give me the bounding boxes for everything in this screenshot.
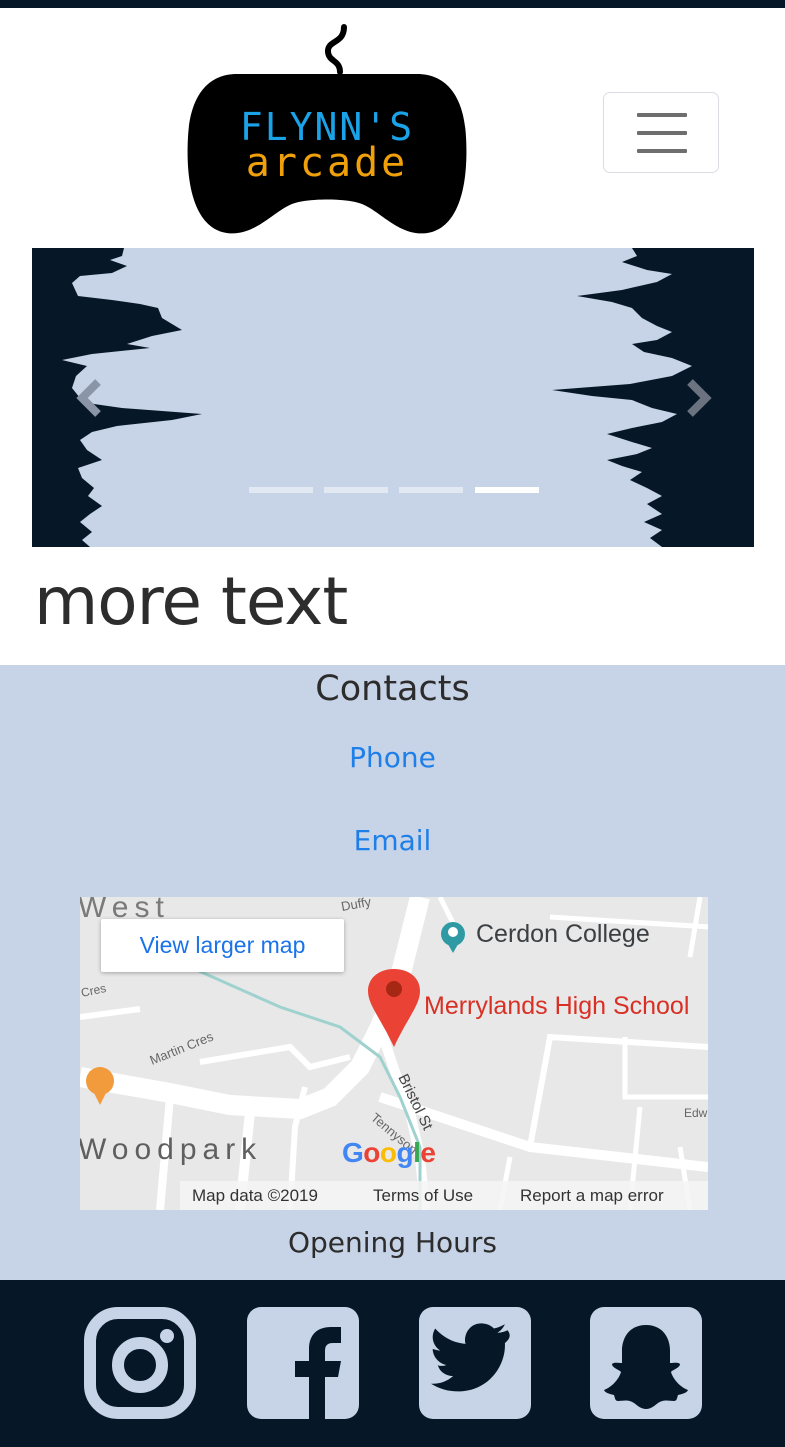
menu-toggle-button[interactable] <box>603 92 719 173</box>
facebook-icon[interactable] <box>247 1307 359 1419</box>
carousel-slide-image <box>32 248 754 547</box>
flynns-arcade-logo[interactable]: FLYNN'S arcade <box>182 22 472 242</box>
hamburger-icon-line <box>637 131 687 135</box>
chevron-left-icon <box>76 379 101 417</box>
carousel-indicator-2[interactable] <box>324 487 388 493</box>
carousel-indicator-1[interactable] <box>249 487 313 493</box>
map-suburb-woodpark: Woodpark <box>80 1133 263 1166</box>
carousel-indicator-3[interactable] <box>399 487 463 493</box>
phone-link[interactable]: Phone <box>0 741 785 774</box>
snapchat-icon[interactable] <box>590 1307 702 1419</box>
embedded-map[interactable]: Martin Cres Bristol St Tennyson Duffy Cr… <box>80 897 708 1210</box>
carousel-indicator-4[interactable] <box>475 487 539 493</box>
map-terms-link[interactable]: Terms of Use <box>373 1186 473 1206</box>
map-attribution-bar: Map data ©2019 Terms of Use Report a map… <box>180 1181 708 1210</box>
page-heading: more text <box>34 563 348 640</box>
hamburger-icon <box>637 113 687 117</box>
email-link[interactable]: Email <box>0 824 785 857</box>
map-label-school: Merrylands High School <box>424 992 690 1020</box>
page: FLYNN'S arcade more text Contacts Phone … <box>0 0 785 1447</box>
carousel-next-button[interactable] <box>680 376 716 420</box>
map-label-college: Cerdon College <box>476 920 650 948</box>
contacts-title: Contacts <box>315 669 470 709</box>
opening-hours-label: Opening Hours <box>287 1226 497 1259</box>
google-logo: Google <box>342 1137 436 1168</box>
hamburger-icon-line <box>637 149 687 153</box>
chevron-right-icon <box>687 379 712 417</box>
map-report-link[interactable]: Report a map error <box>520 1186 664 1206</box>
street-label-edw: Edw <box>684 1106 708 1120</box>
map-data-label: Map data ©2019 <box>192 1186 318 1205</box>
view-larger-map-button[interactable]: View larger map <box>101 919 344 972</box>
contacts-section: Contacts Phone Email Martin Cres Bristol… <box>0 665 785 1280</box>
instagram-icon[interactable] <box>84 1307 196 1419</box>
image-carousel <box>32 248 754 547</box>
twitter-icon[interactable] <box>419 1307 531 1419</box>
top-bar <box>0 0 785 8</box>
carousel-prev-button[interactable] <box>72 376 108 420</box>
social-footer <box>0 1280 785 1447</box>
logo-line2: arcade <box>246 140 409 186</box>
